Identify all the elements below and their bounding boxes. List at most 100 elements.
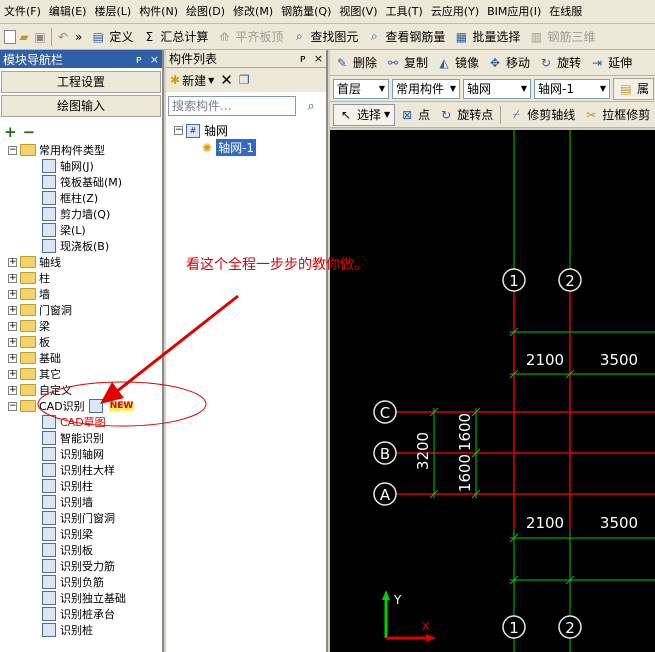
new-file-icon[interactable] [4,29,16,44]
search-input[interactable]: 搜索构件... [168,96,296,116]
collapse-all-icon[interactable]: − [23,123,36,141]
menu-item[interactable]: BIM应用(I) [483,0,545,23]
expand-all-icon[interactable]: + [4,123,17,141]
select-button[interactable]: ↖ 选择 ▼ [333,103,396,126]
menu-item[interactable]: 在线服 [545,0,586,23]
floor-select[interactable]: 首层 ▼ [333,78,389,99]
comp-tree-item[interactable]: ✺ 轴网-1 [174,139,257,156]
tree-group[interactable]: + 梁 [0,318,162,334]
comp-tree-root[interactable]: − # 轴网 [174,122,256,139]
rotate-point-button[interactable]: ↻ 旋转点 [434,104,497,126]
expand-icon[interactable]: + [8,273,17,283]
menu-item[interactable]: 文件(F) [0,0,45,23]
trim-axis-button[interactable]: ⌿ 修剪轴线 [504,104,579,126]
tree-item-cad[interactable]: 识别负筋 [0,574,162,590]
tree-group-cad[interactable]: − CAD识别 NEW [0,398,162,414]
close-icon[interactable]: × [150,53,159,66]
tree-group[interactable]: + 门窗洞 [0,302,162,318]
open-folder-icon[interactable]: ▰ [16,29,32,45]
tree-item-common[interactable]: 剪力墙(Q) [0,206,162,222]
flat-board-button[interactable]: ⟰ 平齐板顶 [212,26,287,48]
tree-item-cad[interactable]: 识别独立基础 [0,590,162,606]
tree-group[interactable]: + 板 [0,334,162,350]
expand-icon[interactable]: + [8,369,17,379]
tree-group[interactable]: + 轴线 [0,254,162,270]
undo-icon[interactable]: ↶ [55,29,71,45]
tree-item-common[interactable]: 轴网(J) [0,158,162,174]
tree-item-cad[interactable]: 识别梁 [0,526,162,542]
type-select[interactable]: 常用构件 ▼ [392,78,460,99]
tree-item-cad[interactable]: 识别门窗洞 [0,510,162,526]
tree-item-common[interactable]: 现浇板(B) [0,238,162,254]
tree-item-cad[interactable]: 智能识别 [0,430,162,446]
menu-item[interactable]: 构件(N) [135,0,182,23]
expand-icon[interactable]: + [8,385,17,395]
collapse-icon[interactable]: − [8,401,17,411]
menu-item[interactable]: 编辑(E) [45,0,91,23]
menu-item[interactable]: 云应用(Y) [427,0,483,23]
edit-toolbar: ✎ 删除 ⚯ 复制 ◭ 镜像 ✥ 移动 ↻ 旋转 ⇥ 延伸 [330,50,655,76]
menu-item[interactable]: 楼层(L) [90,0,135,23]
tree-item-cad[interactable]: 识别轴网 [0,446,162,462]
rotate-button[interactable]: ↻ 旋转 [534,52,585,74]
extend-button[interactable]: ⇥ 延伸 [585,52,636,74]
close-icon[interactable]: × [314,52,323,65]
expand-icon[interactable]: + [8,353,17,363]
batch-select-button[interactable]: ▦ 批量选择 [449,26,524,48]
pull-trim-button[interactable]: ✂ 拉框修剪 [579,104,654,126]
expand-icon[interactable]: + [8,337,17,347]
category-select[interactable]: 轴网 ▼ [463,78,531,99]
summary-button[interactable]: Σ 汇总计算 [137,26,212,48]
pin-icon[interactable]: ᴘ [300,52,306,65]
delete-component-icon[interactable]: ✕ [220,71,233,89]
tree-item-common[interactable]: 筏板基础(M) [0,174,162,190]
expand-icon[interactable]: + [8,305,17,315]
view-rebar-button[interactable]: ⌕ 查看钢筋量 [362,26,449,48]
tree-group[interactable]: + 墙 [0,286,162,302]
menu-item[interactable]: 视图(V) [335,0,381,23]
tree-group[interactable]: + 基础 [0,350,162,366]
tree-item-cad[interactable]: 识别板 [0,542,162,558]
tree-item-cad[interactable]: 识别桩承台 [0,606,162,622]
tree-group[interactable]: + 柱 [0,270,162,286]
toolbar-overflow-button[interactable]: » [71,26,86,48]
menu-item[interactable]: 钢筋量(Q) [277,0,335,23]
new-component-button[interactable]: ✱ 新建 ▼ [170,72,214,89]
tree-item-cad[interactable]: 识别柱 [0,478,162,494]
search-icon[interactable]: ⌕ [300,96,322,116]
find-element-button[interactable]: ⌕ 查找图元 [287,26,362,48]
tree-group-common[interactable]: − 常用构件类型 [0,142,162,158]
mirror-button[interactable]: ◭ 镜像 [432,52,483,74]
copy-component-icon[interactable]: ❐ [239,73,250,87]
tree-group[interactable]: + 自定义 [0,382,162,398]
tree-item-common[interactable]: 框柱(Z) [0,190,162,206]
delete-button[interactable]: ✎ 删除 [330,52,381,74]
menu-item[interactable]: 修改(M) [229,0,277,23]
property-button[interactable]: ▤ 属 [613,77,655,100]
tree-item-common[interactable]: 梁(L) [0,222,162,238]
tree-item-cad[interactable]: 识别墙 [0,494,162,510]
cad-canvas[interactable]: 1 2 1 2 C B A 2100 3500 2100 3500 3200 1… [330,130,655,652]
collapse-icon[interactable]: − [174,126,183,135]
menu-item[interactable]: 工具(T) [382,0,427,23]
tree-item-cad[interactable]: 识别桩 [0,622,162,638]
pin-icon[interactable]: ᴘ [136,53,142,66]
define-button[interactable]: ▤ 定义 [86,26,137,48]
point-button[interactable]: ⊠ 点 [395,104,434,126]
save-icon[interactable]: ▣ [32,29,48,45]
expand-icon[interactable]: + [8,289,17,299]
tree-group[interactable]: + 其它 [0,366,162,382]
expand-icon[interactable]: + [8,321,17,331]
expand-icon[interactable]: + [8,257,17,267]
drawing-input-button[interactable]: 绘图输入 [1,95,161,117]
tree-item-cad[interactable]: 识别柱大样 [0,462,162,478]
tree-item-cad[interactable]: CAD草图 [0,414,162,430]
copy-button[interactable]: ⚯ 复制 [381,52,432,74]
menu-item[interactable]: 绘图(D) [182,0,229,23]
project-settings-button[interactable]: 工程设置 [1,71,161,93]
rebar-3d-button[interactable]: ▥ 钢筋三维 [524,26,599,48]
collapse-icon[interactable]: − [8,145,17,155]
component-select[interactable]: 轴网-1 ▼ [534,78,610,99]
tree-item-cad[interactable]: 识别受力筋 [0,558,162,574]
move-button[interactable]: ✥ 移动 [483,52,534,74]
